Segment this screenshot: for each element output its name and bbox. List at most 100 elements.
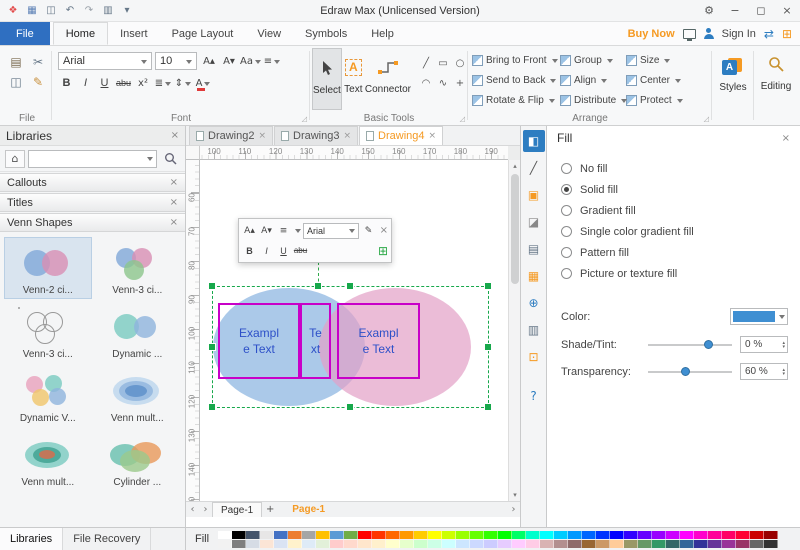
print-icon[interactable]: ▥ <box>99 3 117 19</box>
palette-swatch[interactable] <box>358 540 372 548</box>
freeform-tool-icon[interactable]: ∿ <box>435 74 451 93</box>
editing-button[interactable]: Editing <box>754 46 798 120</box>
font-color-icon[interactable]: A <box>194 74 212 92</box>
palette-swatch[interactable] <box>764 540 778 548</box>
save-icon[interactable]: ◫ <box>42 3 60 19</box>
cut-icon[interactable]: ✂ <box>29 54 47 70</box>
search-icon[interactable] <box>160 150 180 168</box>
tab-help[interactable]: Help <box>359 22 406 45</box>
spin-down-icon[interactable]: ▾ <box>782 345 785 349</box>
help-icon[interactable]: ? <box>523 385 545 407</box>
prev-page-icon[interactable]: ‹ <box>186 504 199 515</box>
page-tab[interactable]: Page-1 <box>212 502 262 517</box>
selection-handle[interactable] <box>484 282 492 290</box>
settings-icon[interactable]: ⚙ <box>696 0 722 21</box>
palette-swatch[interactable] <box>372 531 386 539</box>
selection-handle[interactable] <box>484 343 492 351</box>
fill-option-single-color-gradient-fill[interactable]: Single color gradient fill <box>561 221 800 242</box>
arrange-group[interactable]: Group <box>560 50 626 70</box>
venn-text-middle[interactable]: Te xt <box>300 303 331 379</box>
shrink-font-icon[interactable]: A▾ <box>220 52 238 70</box>
comment-icon[interactable]: ⊡ <box>523 346 545 368</box>
tab-home[interactable]: Home <box>53 22 108 45</box>
note-icon[interactable]: ▦ <box>523 265 545 287</box>
palette-swatch[interactable] <box>596 531 610 539</box>
maximize-icon[interactable]: ◻ <box>748 0 774 21</box>
selection-handle[interactable] <box>208 343 216 351</box>
palette-swatch[interactable] <box>554 540 568 548</box>
palette-swatch[interactable] <box>358 531 372 539</box>
palette-swatch[interactable] <box>610 531 624 539</box>
monitor-icon[interactable] <box>683 29 696 39</box>
palette-swatch[interactable] <box>750 540 764 548</box>
palette-swatch[interactable] <box>344 531 358 539</box>
arrange-distribute[interactable]: Distribute <box>560 90 626 110</box>
pen-tool-icon[interactable]: + <box>452 74 468 93</box>
arc-tool-icon[interactable]: ◠ <box>418 74 434 93</box>
bottom-tab-file-recovery[interactable]: File Recovery <box>63 528 151 550</box>
styles-button[interactable]: A Styles <box>712 46 754 120</box>
palette-swatch[interactable] <box>344 540 358 548</box>
tab-view[interactable]: View <box>245 22 293 45</box>
palette-swatch[interactable] <box>414 531 428 539</box>
dialog-launcher-icon[interactable]: ◿ <box>704 115 709 123</box>
palette-swatch[interactable] <box>764 531 778 539</box>
library-item-venn-3-ci[interactable]: Venn-3 ci... <box>4 301 92 363</box>
palette-swatch[interactable] <box>400 540 414 548</box>
arrange-size[interactable]: Size <box>626 50 698 70</box>
document-icon[interactable]: ▥ <box>523 319 545 341</box>
palette-swatch[interactable] <box>260 531 274 539</box>
apps-icon[interactable]: ⊞ <box>782 27 792 41</box>
palette-swatch[interactable] <box>540 531 554 539</box>
palette-swatch[interactable] <box>694 531 708 539</box>
italic-button[interactable]: I <box>77 75 94 92</box>
palette-swatch[interactable] <box>428 531 442 539</box>
palette-swatch[interactable] <box>610 540 624 548</box>
palette-swatch[interactable] <box>232 540 246 548</box>
close-icon[interactable]: × <box>380 225 388 236</box>
palette-swatch[interactable] <box>498 540 512 548</box>
palette-swatch[interactable] <box>414 540 428 548</box>
venn-text-right[interactable]: Exampl e Text <box>337 303 420 379</box>
transparency-spinner[interactable]: 60 % ▴▾ <box>740 363 788 380</box>
app-logo-icon[interactable]: ❖ <box>4 3 22 19</box>
tab-insert[interactable]: Insert <box>108 22 160 45</box>
slider-thumb[interactable] <box>704 340 713 349</box>
shade-slider[interactable] <box>648 337 732 353</box>
palette-swatch[interactable] <box>330 531 344 539</box>
format-painter-icon[interactable]: ✎ <box>29 74 47 90</box>
line-style-icon[interactable]: ╱ <box>523 157 545 179</box>
library-item-venn-mult[interactable]: Venn mult... <box>4 429 92 491</box>
close-icon[interactable]: × <box>782 133 790 144</box>
tab-symbols[interactable]: Symbols <box>293 22 359 45</box>
palette-swatch[interactable] <box>568 531 582 539</box>
fill-option-solid-fill[interactable]: Solid fill <box>561 179 800 200</box>
underline-button[interactable]: U <box>276 243 291 259</box>
palette-swatch[interactable] <box>316 531 330 539</box>
palette-swatch[interactable] <box>232 531 246 539</box>
palette-swatch[interactable] <box>526 531 540 539</box>
slider-thumb[interactable] <box>681 367 690 376</box>
close-icon[interactable]: × <box>258 131 266 141</box>
ellipse-tool-icon[interactable]: ○ <box>452 54 468 73</box>
arrange-send-to-back[interactable]: Send to Back <box>472 70 560 90</box>
palette-swatch[interactable] <box>736 531 750 539</box>
selection-handle[interactable] <box>208 282 216 290</box>
shadow-icon[interactable]: ◪ <box>523 211 545 233</box>
palette-swatch[interactable] <box>750 531 764 539</box>
palette-swatch[interactable] <box>526 540 540 548</box>
minimize-icon[interactable]: − <box>722 0 748 21</box>
grow-font-icon[interactable]: A▴ <box>242 223 257 239</box>
doc-tab-drawing2[interactable]: Drawing2× <box>189 126 273 145</box>
section-venn-shapes[interactable]: Venn Shapes× <box>0 213 185 232</box>
palette-swatch[interactable] <box>470 540 484 548</box>
palette-swatch[interactable] <box>512 531 526 539</box>
close-icon[interactable]: × <box>343 131 351 141</box>
fill-option-pattern-fill[interactable]: Pattern fill <box>561 242 800 263</box>
library-item-dynamic[interactable]: Dynamic ... <box>94 301 182 363</box>
scrollbar-thumb[interactable] <box>511 174 519 284</box>
palette-swatch[interactable] <box>442 531 456 539</box>
palette-swatch[interactable] <box>302 531 316 539</box>
close-icon[interactable]: × <box>170 217 178 228</box>
selection-handle[interactable] <box>346 282 354 290</box>
